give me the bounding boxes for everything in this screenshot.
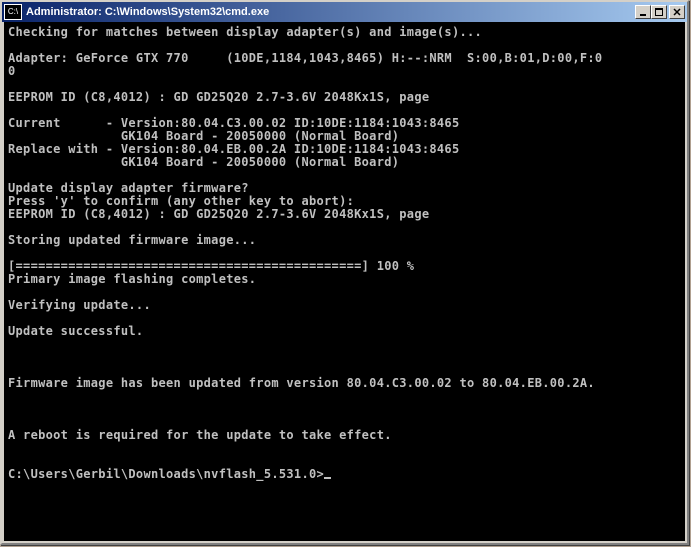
maximize-icon <box>655 8 663 16</box>
console-line <box>8 338 681 351</box>
console-line: C:\Users\Gerbil\Downloads\nvflash_5.531.… <box>8 468 681 481</box>
console-line: Adapter: GeForce GTX 770 (10DE,1184,1043… <box>8 52 681 65</box>
console-line: GK104 Board - 20050000 (Normal Board) <box>8 156 681 169</box>
console-line: Firmware image has been updated from ver… <box>8 377 681 390</box>
console-line <box>8 390 681 403</box>
console-line: Verifying update... <box>8 299 681 312</box>
console-line: Update successful. <box>8 325 681 338</box>
minimize-icon <box>639 8 647 16</box>
close-icon <box>673 8 681 16</box>
console-line <box>8 442 681 455</box>
cmd-icon: C:\ <box>4 4 22 20</box>
close-button[interactable] <box>669 5 685 19</box>
console-line: 0 <box>8 65 681 78</box>
window-controls <box>635 5 685 19</box>
minimize-button[interactable] <box>635 5 651 19</box>
console-line: A reboot is required for the update to t… <box>8 429 681 442</box>
maximize-button[interactable] <box>651 5 667 19</box>
console-line: EEPROM ID (C8,4012) : GD GD25Q20 2.7-3.6… <box>8 208 681 221</box>
console-line <box>8 403 681 416</box>
cmd-window: C:\ Administrator: C:\Windows\System32\c… <box>0 0 689 545</box>
titlebar[interactable]: C:\ Administrator: C:\Windows\System32\c… <box>2 2 687 22</box>
cursor <box>324 477 331 479</box>
cmd-icon-label: C:\ <box>8 8 18 16</box>
console-line <box>8 351 681 364</box>
console-output[interactable]: Checking for matches between display ada… <box>4 22 685 541</box>
console-line: Checking for matches between display ada… <box>8 26 681 39</box>
console-line: Storing updated firmware image... <box>8 234 681 247</box>
window-title: Administrator: C:\Windows\System32\cmd.e… <box>26 6 635 18</box>
console-line: Primary image flashing completes. <box>8 273 681 286</box>
console-line: EEPROM ID (C8,4012) : GD GD25Q20 2.7-3.6… <box>8 91 681 104</box>
